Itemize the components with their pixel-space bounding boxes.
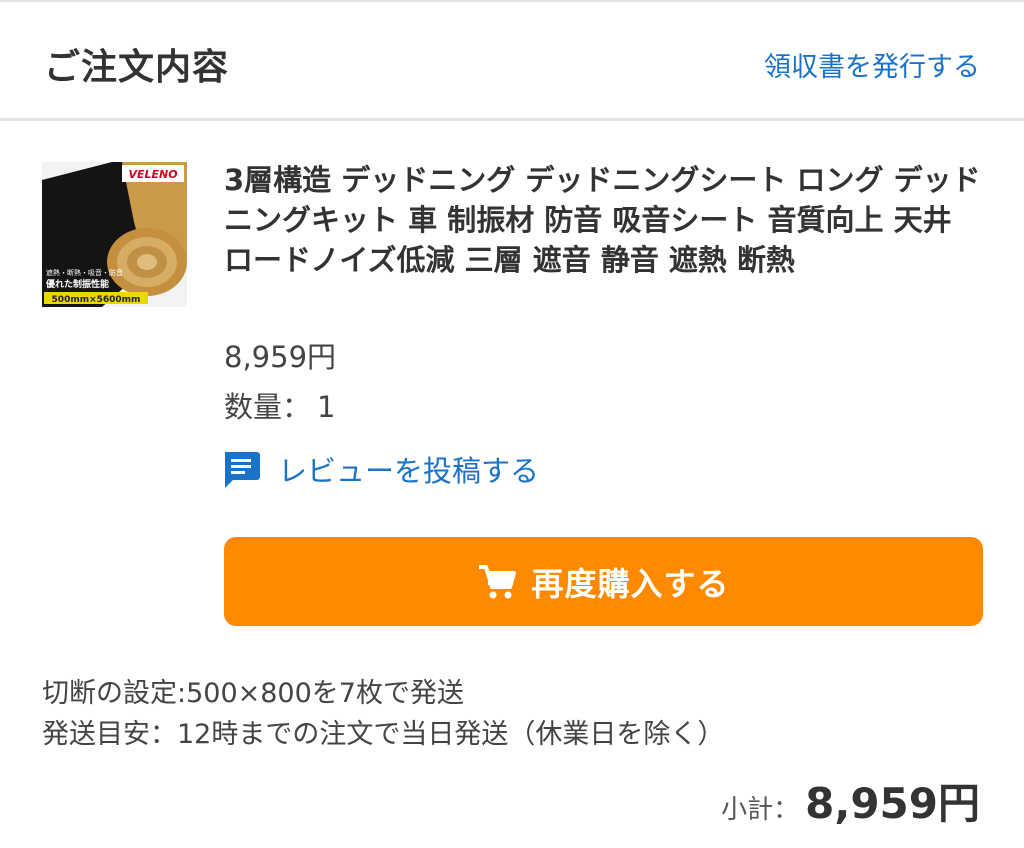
image-caption-line1: 遮熱・断熱・吸音・防音 [46, 268, 123, 277]
rebuy-button[interactable]: 再度購入する [224, 537, 983, 626]
product-quantity: 数量： 1 [224, 384, 335, 426]
rebuy-label: 再度購入する [531, 564, 730, 603]
page-title: ご注文内容 [44, 47, 230, 88]
cart-icon [477, 562, 517, 602]
issue-receipt-link[interactable]: 領収書を発行する [764, 45, 980, 84]
post-review-link[interactable]: レビューを投稿する [220, 448, 539, 490]
post-review-label: レビューを投稿する [278, 454, 540, 488]
subtotal: 小計： 8,959円 [721, 770, 980, 831]
chat-bubble-icon [220, 448, 262, 490]
image-caption-line2: 優れた制振性能 [45, 278, 109, 290]
brand-logo-text: VELENO [128, 168, 177, 181]
quantity-label: 数量： [224, 390, 312, 424]
product-price: 8,959円 [224, 340, 337, 374]
product-image[interactable]: VELENO 遮熱・断熱・吸音・防音 優れた制振性能 500mm×5600mm [42, 162, 187, 307]
quantity-value: 1 [317, 390, 336, 424]
image-size-badge: 500mm×5600mm [52, 295, 141, 305]
subtotal-label: 小計： [721, 795, 800, 825]
header-divider [0, 118, 1024, 121]
product-title[interactable]: 3層構造 デッドニング デッドニングシート ロング デッドニングキット 車 制振… [224, 160, 984, 280]
shipping-estimate-note: 発送目安：12時までの注文で当日発送（休業日を除く） [42, 719, 725, 750]
cut-setting-note: 切断の設定:500×800を7枚で発送 [42, 678, 464, 709]
subtotal-value: 8,959円 [805, 779, 980, 828]
product-image-graphic: VELENO 遮熱・断熱・吸音・防音 優れた制振性能 500mm×5600mm [42, 162, 187, 307]
order-header: ご注文内容 領収書を発行する [0, 2, 1024, 118]
